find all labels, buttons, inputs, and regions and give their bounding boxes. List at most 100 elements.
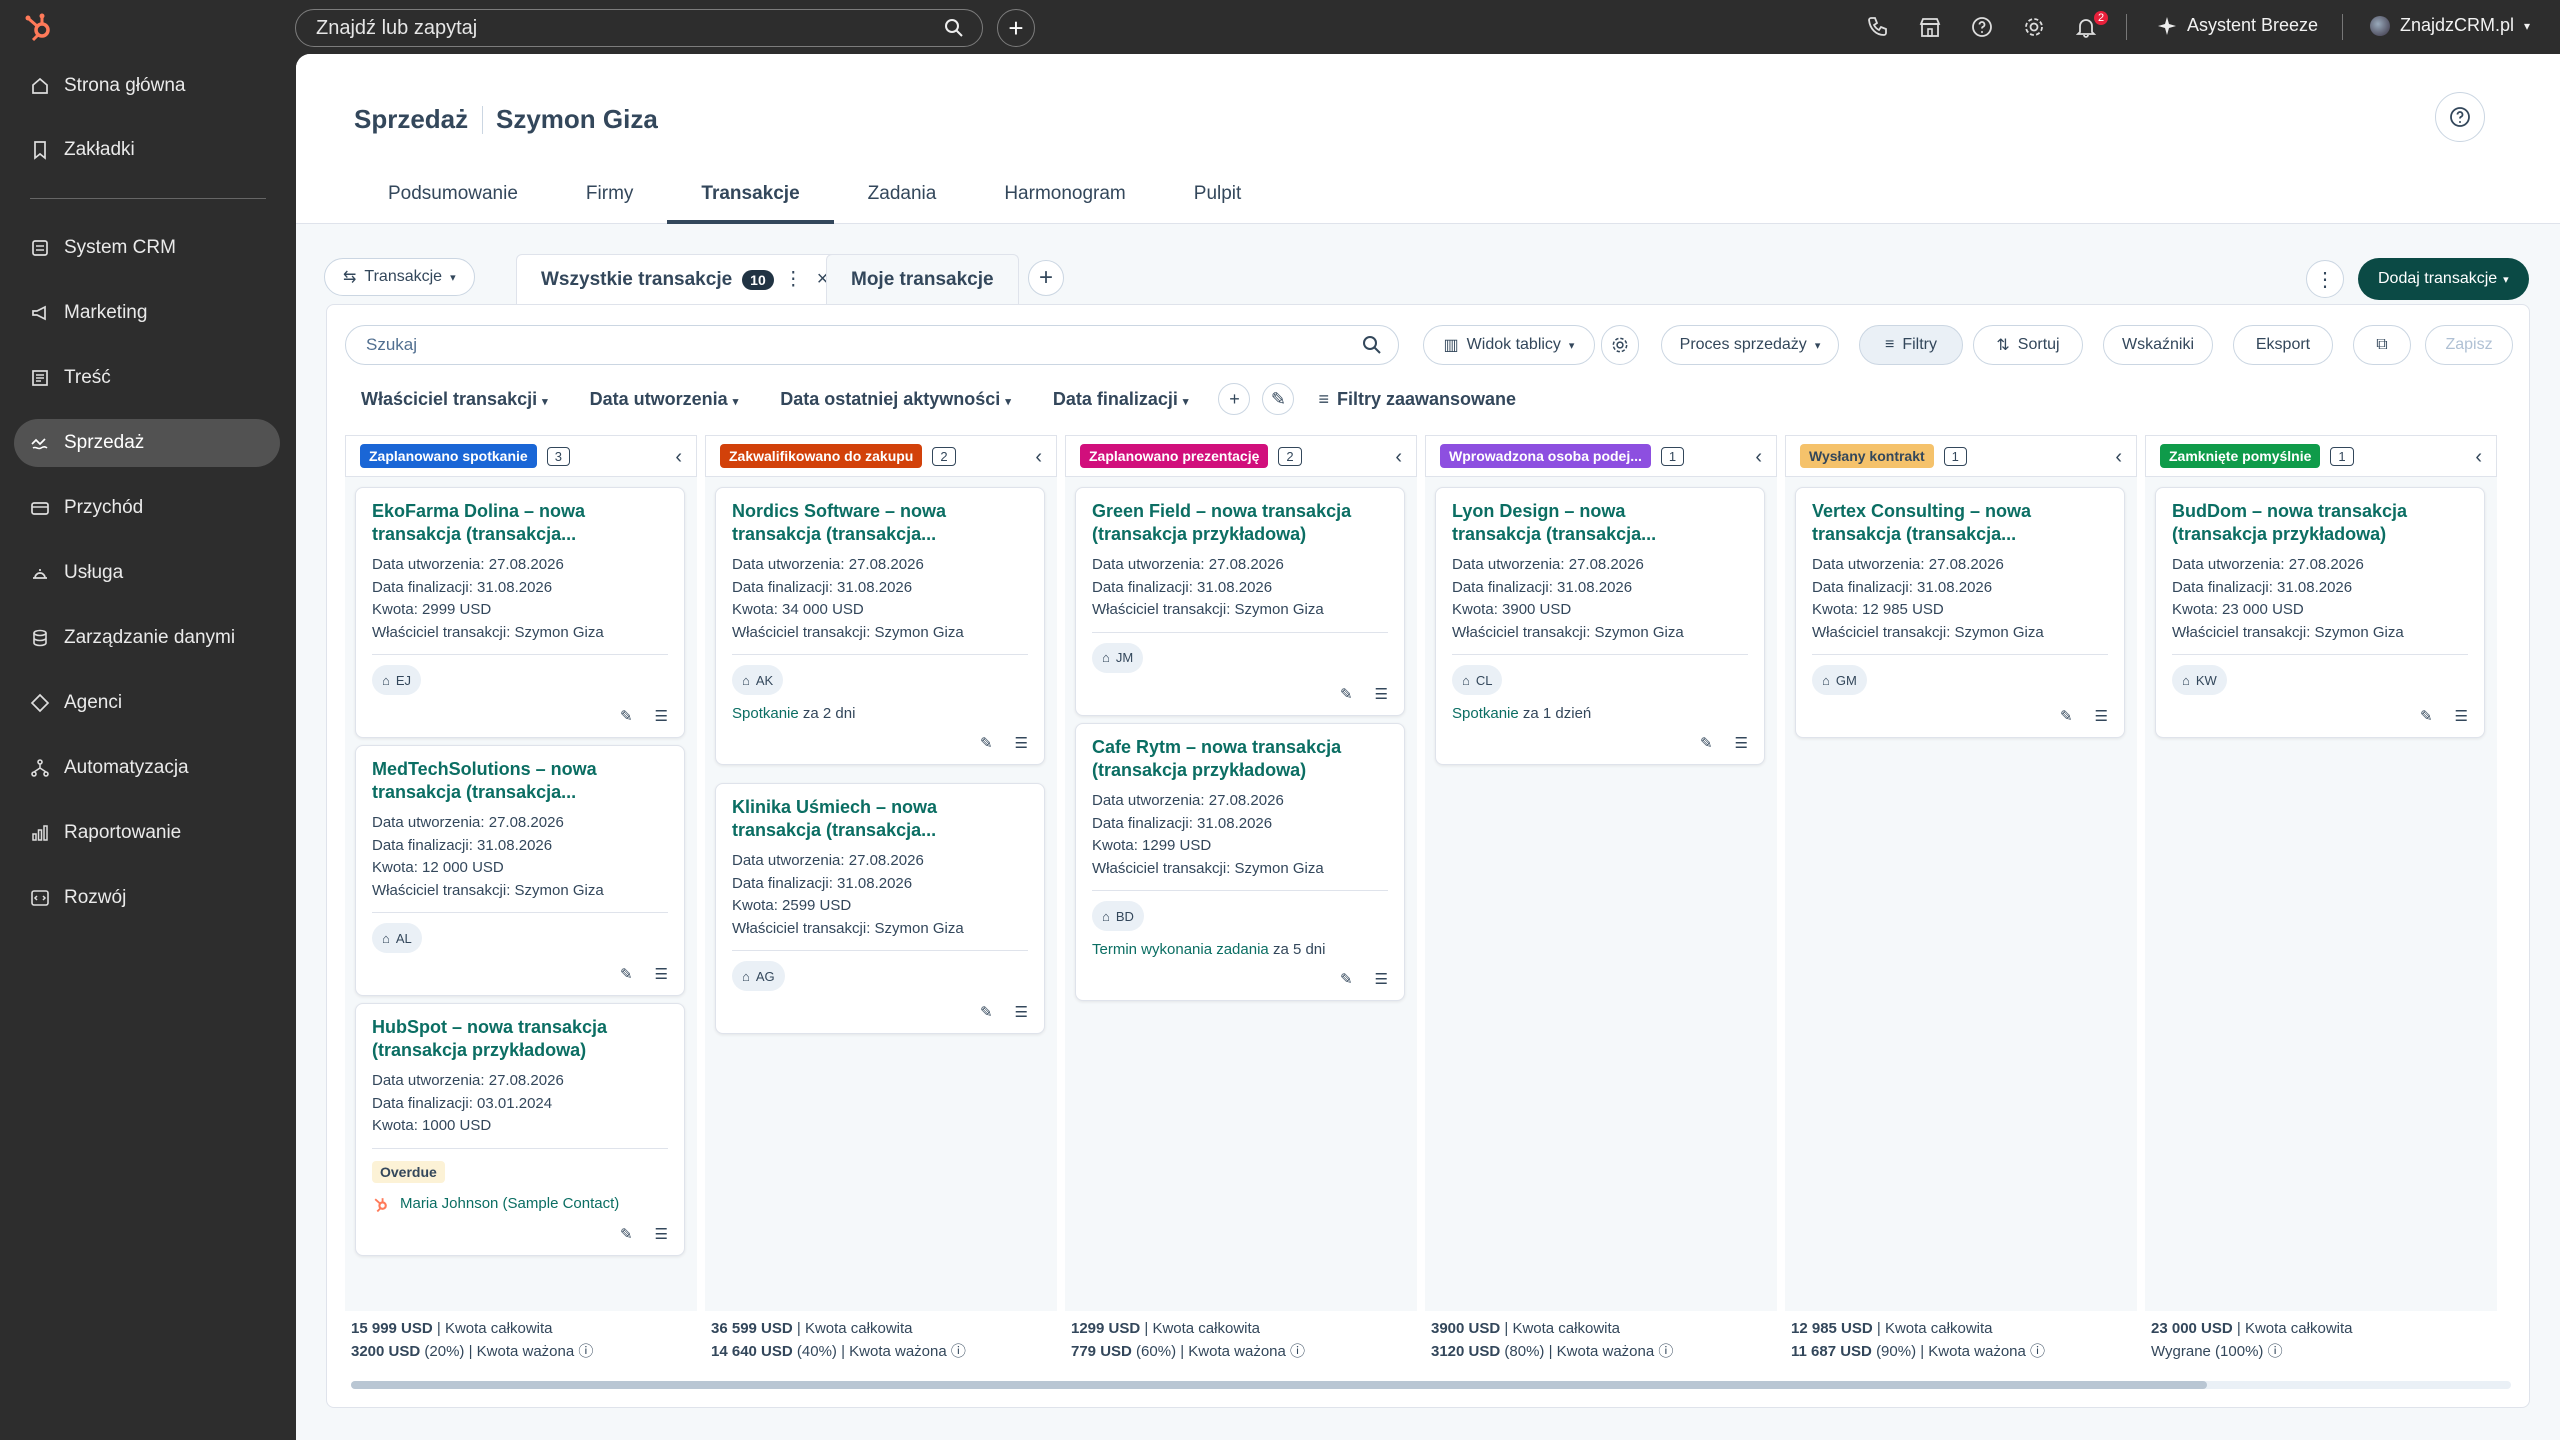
- collapse-chevron-icon[interactable]: ‹: [1395, 446, 1402, 469]
- add-filter-button[interactable]: +: [1218, 383, 1251, 415]
- info-icon[interactable]: ⓘ: [1658, 1343, 1673, 1360]
- add-view-button[interactable]: +: [1028, 260, 1064, 296]
- task-list-icon[interactable]: ☰: [1375, 970, 1388, 988]
- deal-title[interactable]: BudDom – nowa transakcja (transakcja przy…: [2172, 500, 2468, 546]
- advanced-filters-button[interactable]: ≡ Filtry zaawansowane: [1318, 389, 1516, 410]
- deal-card[interactable]: Nordics Software – nowa transakcja (trans…: [715, 487, 1045, 765]
- edit-note-icon[interactable]: ✎: [1340, 970, 1353, 988]
- pipeline-dropdown[interactable]: Proces sprzedaży ▾: [1661, 325, 1839, 365]
- sidebar-item-crm[interactable]: System CRM: [14, 224, 280, 272]
- sidebar-item-sales[interactable]: Sprzedaż: [14, 419, 280, 467]
- deal-title[interactable]: MedTechSolutions – nowa transakcja (trans…: [372, 758, 668, 804]
- edit-note-icon[interactable]: ✎: [620, 965, 633, 983]
- owner-filter-dropdown[interactable]: Właściciel transakcji ▾: [361, 389, 548, 410]
- filters-button[interactable]: ≡ Filtry: [1859, 325, 1963, 365]
- deal-title[interactable]: HubSpot – nowa transakcja (transakcja prz…: [372, 1016, 668, 1062]
- info-icon[interactable]: ⓘ: [2268, 1343, 2283, 1360]
- sidebar-item-agents[interactable]: Agenci: [14, 679, 280, 727]
- hubspot-logo[interactable]: [22, 10, 56, 44]
- settings-gear-icon[interactable]: [2022, 15, 2046, 39]
- more-actions-button[interactable]: ⋮: [2306, 260, 2344, 298]
- export-button[interactable]: Eksport: [2233, 325, 2333, 365]
- deal-title[interactable]: Nordics Software – nowa transakcja (trans…: [732, 500, 1028, 546]
- object-type-dropdown[interactable]: ⇆ Transakcje ▾: [324, 258, 475, 296]
- edit-filters-button[interactable]: ✎: [1262, 383, 1295, 415]
- task-list-icon[interactable]: ☰: [655, 965, 668, 983]
- edit-note-icon[interactable]: ✎: [1700, 734, 1713, 752]
- edit-note-icon[interactable]: ✎: [980, 734, 993, 752]
- more-options-icon[interactable]: ⋮: [784, 268, 803, 291]
- associated-company-pill[interactable]: ⌂ AL: [372, 923, 422, 953]
- deal-title[interactable]: EkoFarma Dolina – nowa transakcja (transa…: [372, 500, 668, 546]
- edit-note-icon[interactable]: ✎: [980, 1003, 993, 1021]
- deal-title[interactable]: Vertex Consulting – nowa transakcja (tran…: [1812, 500, 2108, 546]
- edit-note-icon[interactable]: ✎: [620, 707, 633, 725]
- view-tab-my-deals[interactable]: Moje transakcje: [826, 254, 1019, 304]
- deal-card[interactable]: Green Field – nowa transakcja (transakcja…: [1075, 487, 1405, 716]
- associated-company-pill[interactable]: ⌂ AK: [732, 665, 784, 695]
- last-activity-filter-dropdown[interactable]: Data ostatniej aktywności ▾: [780, 389, 1011, 410]
- task-link[interactable]: Spotkanie: [1452, 705, 1519, 722]
- board-search-input[interactable]: Szukaj: [345, 325, 1399, 365]
- deal-title[interactable]: Green Field – nowa transakcja (transakcja…: [1092, 500, 1388, 546]
- task-list-icon[interactable]: ☰: [1015, 1003, 1028, 1021]
- deal-card[interactable]: EkoFarma Dolina – nowa transakcja (transa…: [355, 487, 685, 738]
- sidebar-item-revenue[interactable]: Przychód: [14, 484, 280, 532]
- deal-card[interactable]: Vertex Consulting – nowa transakcja (tran…: [1795, 487, 2125, 738]
- info-icon[interactable]: ⓘ: [1290, 1343, 1305, 1360]
- collapse-chevron-icon[interactable]: ‹: [1035, 446, 1042, 469]
- tab-companies[interactable]: Firmy: [552, 164, 667, 224]
- sidebar-item-content[interactable]: Treść: [14, 354, 280, 402]
- phone-icon[interactable]: [1866, 15, 1890, 39]
- sidebar-item-bookmarks[interactable]: Zakładki: [14, 126, 280, 174]
- task-list-icon[interactable]: ☰: [2455, 707, 2468, 725]
- collapse-chevron-icon[interactable]: ‹: [1755, 446, 1762, 469]
- sidebar-item-automation[interactable]: Automatyzacja: [14, 744, 280, 792]
- edit-note-icon[interactable]: ✎: [1340, 685, 1353, 703]
- deal-card[interactable]: Cafe Rytm – nowa transakcja (transakcja p…: [1075, 723, 1405, 1001]
- associated-contact-link[interactable]: Maria Johnson (Sample Contact): [372, 1195, 668, 1213]
- associated-company-pill[interactable]: ⌂ AG: [732, 961, 785, 991]
- task-list-icon[interactable]: ☰: [2095, 707, 2108, 725]
- create-new-button[interactable]: +: [997, 9, 1035, 47]
- associated-company-pill[interactable]: ⌂ CL: [1452, 665, 1503, 695]
- page-help-button[interactable]: [2435, 92, 2485, 142]
- associated-company-pill[interactable]: ⌂ KW: [2172, 665, 2227, 695]
- collapse-chevron-icon[interactable]: ‹: [2115, 446, 2122, 469]
- sidebar-item-home[interactable]: Strona główna: [14, 62, 280, 110]
- view-tab-all-deals[interactable]: Wszystkie transakcje 10 ⋮ ×: [516, 254, 854, 304]
- sidebar-item-data-management[interactable]: Zarządzanie danymi: [14, 614, 280, 662]
- horizontal-scrollbar-thumb[interactable]: [351, 1381, 2207, 1389]
- board-view-dropdown[interactable]: ▥ Widok tablicy ▾: [1423, 325, 1595, 365]
- marketplace-icon[interactable]: [1918, 15, 1942, 39]
- sidebar-item-marketing[interactable]: Marketing: [14, 289, 280, 337]
- duplicate-view-button[interactable]: ⧉: [2353, 325, 2411, 365]
- task-list-icon[interactable]: ☰: [655, 707, 668, 725]
- sidebar-item-service[interactable]: Usługa: [14, 549, 280, 597]
- task-list-icon[interactable]: ☰: [1375, 685, 1388, 703]
- deal-card[interactable]: MedTechSolutions – nowa transakcja (trans…: [355, 745, 685, 996]
- edit-note-icon[interactable]: ✎: [620, 1225, 633, 1243]
- deal-title[interactable]: Cafe Rytm – nowa transakcja (transakcja p…: [1092, 736, 1388, 782]
- edit-note-icon[interactable]: ✎: [2420, 707, 2433, 725]
- help-icon[interactable]: [1970, 15, 1994, 39]
- edit-note-icon[interactable]: ✎: [2060, 707, 2073, 725]
- deal-card[interactable]: HubSpot – nowa transakcja (transakcja prz…: [355, 1003, 685, 1256]
- tab-schedule[interactable]: Harmonogram: [970, 164, 1159, 224]
- sort-button[interactable]: ⇅ Sortuj: [1973, 325, 2083, 365]
- created-date-filter-dropdown[interactable]: Data utworzenia ▾: [590, 389, 739, 410]
- close-date-filter-dropdown[interactable]: Data finalizacji ▾: [1053, 389, 1189, 410]
- info-icon[interactable]: ⓘ: [2030, 1343, 2045, 1360]
- collapse-chevron-icon[interactable]: ‹: [2475, 446, 2482, 469]
- deal-title[interactable]: Klinika Uśmiech – nowa transakcja (transa…: [732, 796, 1028, 842]
- associated-company-pill[interactable]: ⌂ EJ: [372, 665, 422, 695]
- task-link[interactable]: Spotkanie: [732, 705, 799, 722]
- add-deal-button[interactable]: Dodaj transakcje ▾: [2358, 258, 2529, 300]
- save-view-button[interactable]: Zapisz: [2425, 325, 2513, 365]
- global-search-input[interactable]: Znajdź lub zapytaj: [295, 9, 983, 47]
- info-icon[interactable]: ⓘ: [951, 1343, 966, 1360]
- task-list-icon[interactable]: ☰: [1735, 734, 1748, 752]
- tab-dashboard[interactable]: Pulpit: [1160, 164, 1276, 224]
- info-icon[interactable]: ⓘ: [578, 1343, 593, 1360]
- metrics-button[interactable]: Wskaźniki: [2103, 325, 2213, 365]
